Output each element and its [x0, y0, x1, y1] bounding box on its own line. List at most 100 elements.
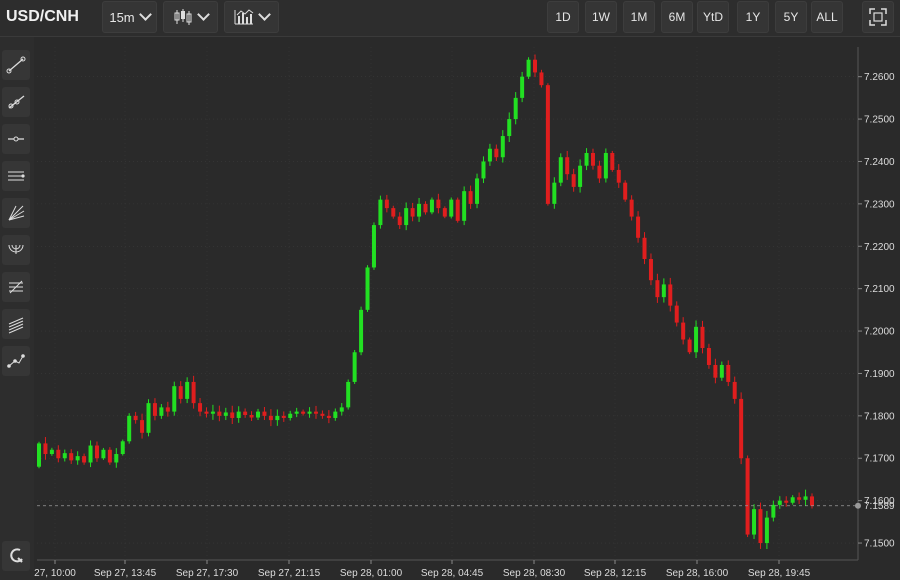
candle-down	[571, 168, 576, 192]
candle-body	[256, 411, 261, 418]
candle-body	[365, 267, 370, 310]
candle-body	[178, 386, 183, 399]
candle-body	[352, 352, 357, 382]
candle-body	[62, 453, 67, 459]
candle-body	[629, 199, 634, 217]
candle-down	[320, 410, 325, 419]
candle-body	[249, 415, 254, 418]
candle-down	[681, 317, 686, 345]
candle-body	[217, 411, 222, 416]
candle-body	[655, 280, 660, 298]
candle-body	[475, 178, 480, 204]
candle-body	[198, 403, 203, 412]
candle-body	[185, 381, 190, 399]
candle-body	[700, 326, 705, 349]
candle-up	[552, 177, 557, 209]
candle-body	[43, 443, 48, 455]
candle-body	[706, 348, 711, 365]
candle-body	[429, 199, 434, 213]
candle-up	[88, 440, 93, 468]
candle-down	[713, 358, 718, 384]
candle-body	[790, 497, 795, 503]
candle-body	[500, 136, 505, 158]
candle-body	[764, 517, 769, 544]
candle-body	[636, 216, 641, 238]
candle-up	[520, 71, 525, 103]
candle-up	[507, 112, 512, 143]
last-price-dot	[855, 502, 861, 509]
x-tick-label: Sep 28, 12:15	[584, 568, 647, 579]
candle-body	[545, 85, 550, 204]
candle-body	[610, 152, 615, 170]
candle-down	[107, 447, 112, 465]
candle-up	[449, 197, 454, 219]
candle-down	[384, 194, 389, 213]
candle-body	[339, 407, 344, 412]
candle-up	[49, 447, 54, 456]
candle-up	[159, 404, 164, 419]
candle-body	[88, 445, 93, 463]
candle-body	[37, 443, 41, 467]
candle-body	[584, 152, 589, 166]
candle-up	[719, 361, 724, 381]
candle-up	[146, 399, 151, 437]
candle-body	[120, 441, 125, 455]
candle-body	[565, 157, 570, 175]
candle-body	[288, 413, 293, 418]
candle-body	[694, 326, 699, 353]
candle-body	[94, 445, 99, 459]
candle-down	[43, 437, 48, 460]
candle-down	[810, 493, 814, 509]
candle-body	[442, 208, 447, 217]
candle-body	[333, 411, 338, 418]
candle-body	[423, 203, 428, 213]
candle-body	[191, 381, 196, 404]
candle-up	[275, 409, 280, 426]
chart-grid	[37, 47, 859, 561]
candle-body	[462, 191, 467, 221]
candle-body	[397, 216, 402, 226]
candle-body	[301, 411, 306, 414]
candle-body	[603, 152, 608, 179]
candle-body	[371, 225, 376, 268]
y-tick-label: 7.2100	[864, 284, 895, 295]
candle-body	[539, 72, 544, 86]
candle-body	[623, 182, 628, 200]
candle-body	[771, 504, 776, 518]
candle-up	[127, 413, 132, 444]
x-axis: 27, 10:00 Sep 27, 13:45 Sep 27, 17:30 Sep 2…	[34, 560, 811, 579]
candle-up	[500, 130, 505, 163]
x-tick-label: Sep 28, 16:00	[666, 568, 729, 579]
candle-body	[449, 199, 454, 217]
candle-body	[140, 420, 145, 433]
candle-body	[797, 497, 802, 500]
y-axis: 7.15007.16007.17007.18007.19007.20007.21…	[858, 72, 895, 550]
x-tick-label: Sep 28, 19:45	[748, 568, 811, 579]
candle-body	[384, 199, 389, 209]
candle-body	[346, 381, 351, 408]
candle-down	[94, 441, 99, 462]
y-tick-label: 7.1700	[864, 454, 895, 465]
candle-body	[513, 97, 518, 120]
candle-down	[494, 144, 499, 162]
candle-down	[739, 392, 744, 465]
y-tick-label: 7.1500	[864, 539, 895, 550]
candle-body	[127, 415, 132, 442]
candle-body	[745, 458, 750, 535]
candle-down	[590, 148, 595, 170]
candle-body	[455, 199, 460, 221]
price-chart[interactable]: 7.15007.16007.17007.18007.19007.20007.21…	[0, 0, 900, 580]
x-tick-label: Sep 28, 08:30	[503, 568, 566, 579]
candle-body	[378, 199, 383, 226]
candle-body	[391, 208, 396, 217]
candle-up	[578, 159, 583, 193]
candle-up	[371, 222, 376, 270]
candle-up	[558, 153, 563, 187]
candle-down	[217, 405, 222, 422]
candle-body	[616, 169, 621, 183]
candle-body	[165, 407, 170, 412]
candle-body	[726, 364, 731, 382]
candle-up	[223, 407, 228, 421]
candle-body	[275, 415, 280, 421]
candle-down	[423, 201, 428, 215]
